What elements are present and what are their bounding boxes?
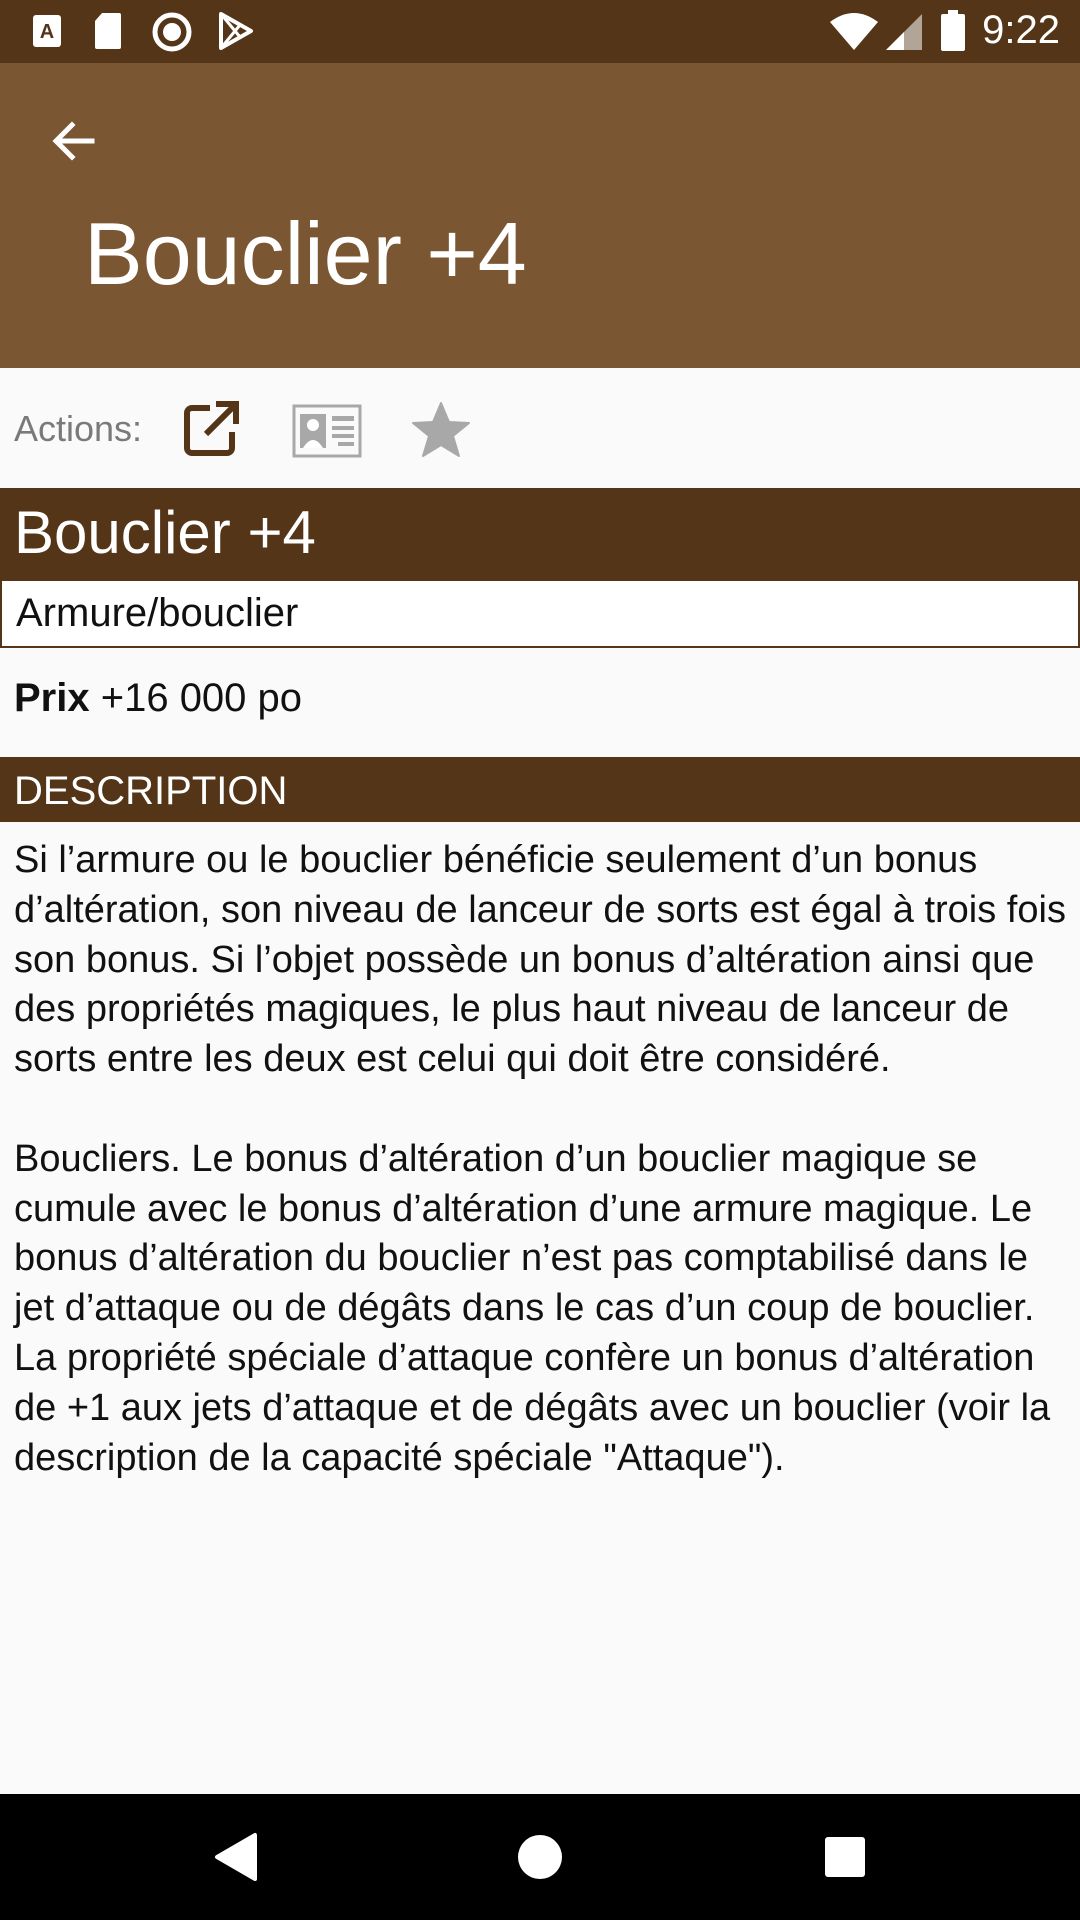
svg-text:A: A bbox=[40, 21, 54, 43]
wifi-icon bbox=[830, 13, 878, 50]
favorite-button[interactable] bbox=[410, 400, 472, 465]
actions-row: Actions: bbox=[0, 368, 1080, 488]
page-title: Bouclier +4 bbox=[84, 204, 527, 303]
price-label: Prix bbox=[14, 676, 90, 720]
open-external-button[interactable] bbox=[180, 398, 242, 465]
item-type: Armure/bouclier bbox=[0, 579, 1080, 648]
status-bar: A 9:22 bbox=[0, 0, 1080, 63]
arrow-left-icon bbox=[52, 121, 95, 161]
home-circle-icon[interactable] bbox=[510, 1827, 570, 1887]
back-triangle-icon[interactable] bbox=[205, 1827, 265, 1887]
description-paragraph: Si l’armure ou le bouclier bénéficie seu… bbox=[14, 839, 1066, 1081]
item-name-header: Bouclier +4 bbox=[0, 488, 1080, 580]
status-time: 9:22 bbox=[982, 8, 1060, 52]
description-header: DESCRIPTION bbox=[0, 757, 1080, 822]
open-external-icon bbox=[184, 401, 239, 456]
app-bar: Bouclier +4 bbox=[0, 63, 1080, 368]
back-button[interactable] bbox=[32, 99, 116, 183]
signal-icon bbox=[886, 14, 922, 50]
text-a-icon: A bbox=[33, 15, 61, 47]
id-card-icon bbox=[292, 404, 362, 458]
battery-icon bbox=[941, 10, 965, 51]
play-store-icon bbox=[219, 12, 253, 50]
recents-square-icon[interactable] bbox=[815, 1827, 875, 1887]
sd-card-icon bbox=[95, 13, 121, 49]
actions-label: Actions: bbox=[14, 408, 143, 449]
star-icon bbox=[412, 402, 470, 457]
price-value: +16 000 po bbox=[89, 676, 303, 720]
price-row: Prix +16 000 po bbox=[14, 676, 302, 721]
id-card-button[interactable] bbox=[292, 404, 362, 463]
record-icon bbox=[152, 12, 192, 52]
description-paragraph: Boucliers. Le bonus d’altération d’un bo… bbox=[14, 1137, 1051, 1479]
navigation-bar bbox=[0, 1794, 1080, 1920]
description-body: Si l’armure ou le bouclier bénéficie seu… bbox=[14, 836, 1066, 1483]
